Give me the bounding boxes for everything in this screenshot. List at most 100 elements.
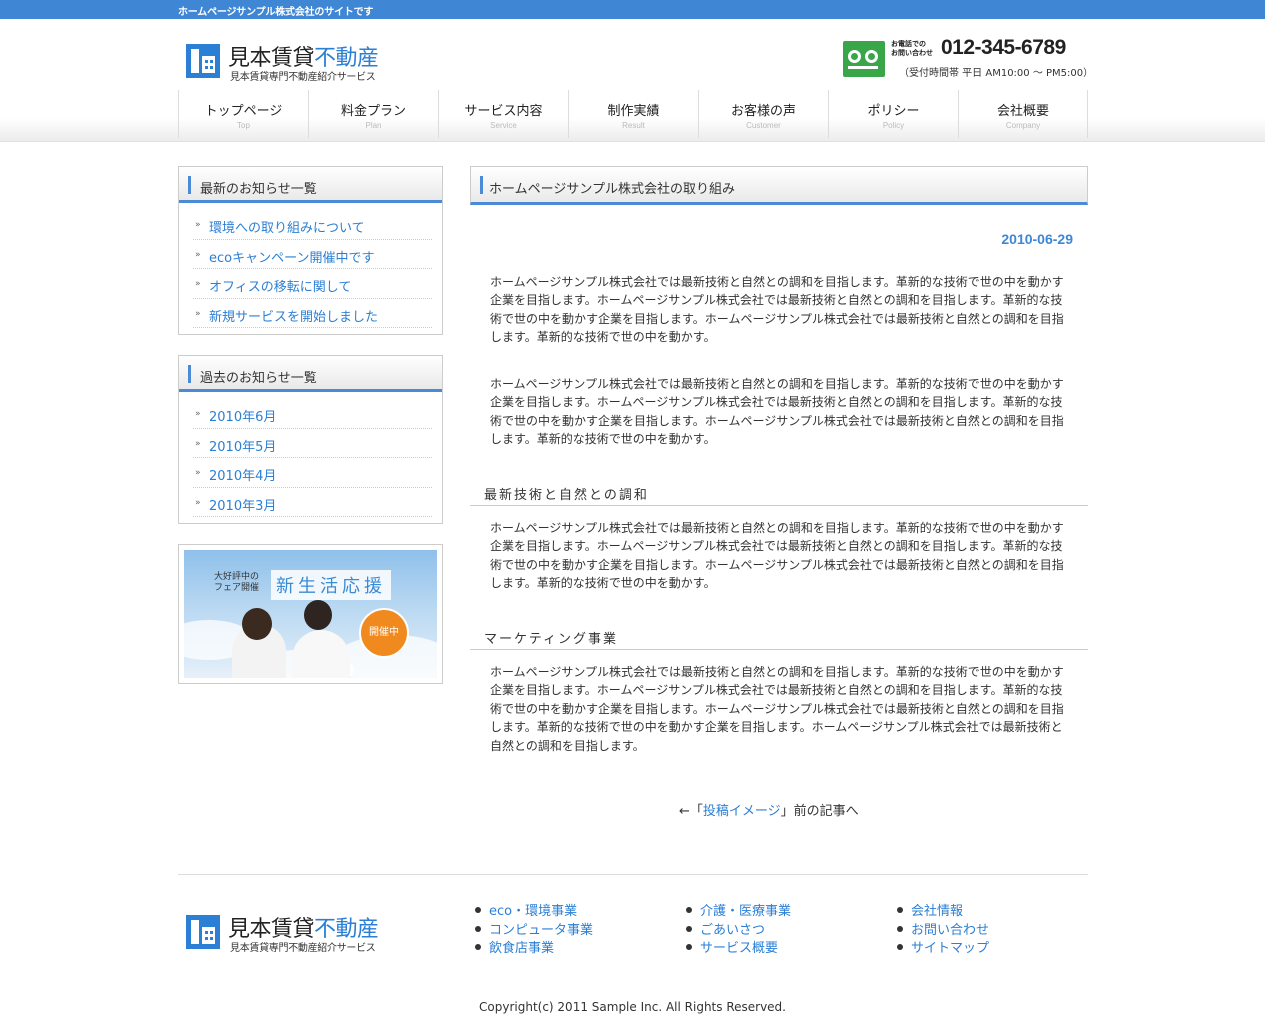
person-illustration (292, 630, 350, 678)
news-link[interactable]: ecoキャンペーン開催中です (209, 251, 374, 266)
archive-header: 過去のお知らせ一覧 (179, 356, 442, 392)
footer-links-col1: eco・環境事業 コンピュータ事業 飲食店事業 (475, 903, 593, 959)
chevron-right-icon: » (195, 409, 201, 419)
footer-link[interactable]: サイトマップ (897, 940, 989, 959)
list-item[interactable]: » 2010年5月 (193, 429, 432, 458)
article-paragraph: ホームページサンプル株式会社では最新技術と自然との調和を目指します。革新的な技術… (490, 275, 1064, 345)
free-dial-icon (843, 41, 885, 77)
building-logo-icon (186, 44, 220, 78)
nav-label: 料金プラン (340, 104, 406, 119)
campaign-banner[interactable]: 大好評中の フェア開催 新生活応援 開催中 (178, 544, 443, 684)
phone-label: お電話での お問い合わせ (891, 40, 933, 58)
nav-item-company[interactable]: 会社概要 Company (958, 90, 1088, 138)
nav-label: トップページ (204, 104, 283, 119)
nav-sublabel: Plan (365, 121, 382, 130)
chevron-right-icon: » (195, 249, 201, 260)
list-item[interactable]: » 2010年4月 (193, 458, 432, 488)
footer-link[interactable]: サービス概要 (686, 940, 791, 959)
previous-post-link[interactable]: 投稿イメージ (703, 804, 781, 819)
news-link[interactable]: 環境への取り組みについて (209, 221, 365, 236)
banner-image: 大好評中の フェア開催 新生活応援 開催中 (184, 550, 437, 678)
footer-divider (178, 874, 1088, 875)
nav-label: お客様の声 (730, 104, 796, 119)
person-head (242, 608, 272, 640)
article-paragraph: ホームページサンプル株式会社では最新技術と自然との調和を目指します。革新的な技術… (490, 377, 1064, 447)
bullet-icon (897, 944, 903, 950)
bullet-icon (475, 925, 481, 932)
footer-link[interactable]: 会社情報 (897, 903, 989, 922)
archive-link[interactable]: 2010年5月 (209, 440, 276, 455)
phone-label-line2: お問い合わせ (891, 49, 933, 57)
nav-label: サービス内容 (464, 104, 543, 119)
bullet-icon (897, 925, 903, 932)
archive-link[interactable]: 2010年4月 (209, 469, 276, 484)
article-paragraph: ホームページサンプル株式会社では最新技術と自然との調和を目指します。革新的な技術… (490, 521, 1064, 591)
news-link[interactable]: 新規サービスを開始しました (209, 310, 378, 325)
footer-link[interactable]: コンピュータ事業 (475, 922, 593, 941)
section-heading-text: 最新技術と自然との調和 (484, 488, 649, 503)
footer-link[interactable]: お問い合わせ (897, 922, 989, 941)
section-heading-text: マーケティング事業 (484, 632, 618, 647)
article-paragraph: ホームページサンプル株式会社では最新技術と自然との調和を目指します。革新的な技術… (490, 665, 1064, 753)
chevron-right-icon: » (195, 220, 201, 230)
nav-item-policy[interactable]: ポリシー Policy (828, 90, 958, 138)
now-open-badge: 開催中 (359, 608, 409, 658)
phone-number[interactable]: 012-345-6789 (941, 36, 1066, 60)
phone-contact: お電話での お問い合わせ 012-345-6789 （受付時間帯 平日 AM10… (843, 36, 1093, 80)
list-item[interactable]: » 2010年6月 (193, 399, 432, 429)
section-heading: マーケティング事業 (470, 622, 1088, 650)
nav-sublabel: Company (1005, 121, 1041, 130)
archive-box: 過去のお知らせ一覧 » 2010年6月 » 2010年5月 » 2010年4月 » 20… (178, 355, 443, 524)
chevron-right-icon: » (195, 468, 201, 478)
global-nav: トップページ Top 料金プラン Plan サービス内容 Service 制作実… (0, 90, 1265, 142)
nav-item-result[interactable]: 制作実績 Result (568, 90, 698, 138)
nav-label: 会社概要 (996, 104, 1049, 119)
footer-link[interactable]: ごあいさつ (686, 922, 791, 941)
phone-hours: （受付時間帯 平日 AM10:00 〜 PM5:00） (899, 68, 1094, 79)
nav-sublabel: Result (622, 121, 645, 130)
person-head (304, 600, 332, 630)
footer-link[interactable]: 介護・医療事業 (686, 903, 791, 922)
chevron-right-icon: » (195, 497, 201, 508)
chevron-right-icon: » (195, 308, 201, 319)
site-logo[interactable]: 見本賃貸不動産 見本賃貸専門不動産紹介サービス (186, 40, 386, 84)
latest-news-title: 最新のお知らせ一覧 (200, 182, 317, 197)
banner-small-text: 大好評中の フェア開催 (214, 572, 259, 594)
nav-sublabel: Policy (882, 121, 905, 130)
footer-links-col2: 介護・医療事業 ごあいさつ サービス概要 (686, 903, 791, 959)
logo-subtitle: 見本賃貸専門不動産紹介サービス (230, 943, 376, 954)
article-header: ホームページサンプル株式会社の取り組み (470, 166, 1088, 205)
nav-item-customer[interactable]: お客様の声 Customer (698, 90, 828, 138)
list-item[interactable]: » オフィスの移転に関して (193, 269, 432, 299)
archive-link[interactable]: 2010年6月 (209, 410, 276, 425)
footer-link[interactable]: eco・環境事業 (475, 903, 593, 922)
prev-suffix: 」前の記事へ (780, 804, 859, 819)
list-item[interactable]: » 2010年3月 (193, 488, 432, 517)
nav-item-plan[interactable]: 料金プラン Plan (308, 90, 438, 138)
footer-link[interactable]: 飲食店事業 (475, 940, 593, 959)
nav-sublabel: Customer (746, 121, 781, 130)
banner-headline: 新生活応援 (271, 570, 391, 600)
bullet-icon (686, 925, 692, 932)
post-date: 2010-06-29 (1001, 231, 1073, 247)
footer-links-col3: 会社情報 お問い合わせ サイトマップ (897, 903, 989, 959)
footer-logo[interactable]: 見本賃貸不動産 見本賃貸専門不動産紹介サービス (186, 911, 386, 955)
news-link[interactable]: オフィスの移転に関して (209, 280, 351, 295)
latest-news-header: 最新のお知らせ一覧 (179, 167, 442, 203)
archive-link[interactable]: 2010年3月 (209, 499, 276, 514)
list-item[interactable]: » 環境への取り組みについて (193, 210, 432, 240)
nav-label: ポリシー (867, 104, 920, 119)
bullet-icon (686, 944, 692, 950)
top-bar: ホームページサンプル株式会社のサイトです (0, 0, 1265, 19)
latest-news-list: » 環境への取り組みについて » ecoキャンペーン開催中です » オフィスの移転に関… (179, 203, 442, 338)
list-item[interactable]: » 新規サービスを開始しました (193, 299, 432, 328)
nav-item-top[interactable]: トップページ Top (178, 90, 308, 138)
phone-label-line1: お電話での (891, 40, 926, 48)
nav-item-service[interactable]: サービス内容 Service (438, 90, 568, 138)
copyright: Copyright(c) 2011 Sample Inc. All Rights… (479, 1000, 786, 1014)
list-item[interactable]: » ecoキャンペーン開催中です (193, 240, 432, 269)
archive-title: 過去のお知らせ一覧 (200, 371, 317, 386)
latest-news-box: 最新のお知らせ一覧 » 環境への取り組みについて » ecoキャンペーン開催中です … (178, 166, 443, 335)
chevron-right-icon: » (195, 438, 201, 449)
chevron-right-icon: » (195, 279, 201, 289)
